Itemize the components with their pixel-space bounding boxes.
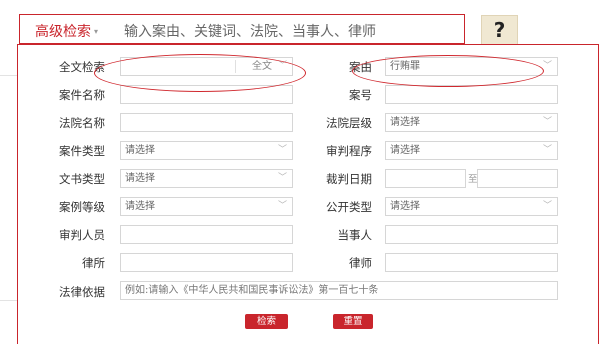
search-button[interactable]: 检索 bbox=[245, 314, 288, 329]
judgment-date-label: 裁判日期 bbox=[326, 172, 372, 186]
case-no-label: 案号 bbox=[349, 88, 372, 102]
trial-procedure-select[interactable]: 请选择 ﹀ bbox=[385, 141, 558, 160]
background-divider bbox=[0, 300, 18, 301]
court-name-label: 法院名称 bbox=[59, 116, 105, 130]
reset-button[interactable]: 重置 bbox=[333, 314, 373, 329]
chevron-down-icon: ﹀ bbox=[277, 201, 287, 211]
advanced-search-panel: 全文检索 全文 ﹀ 案由 行贿罪 ﹀ 案件名称 案号 法院名称 法院层级 请选择… bbox=[17, 44, 599, 344]
chevron-down-icon: ﹀ bbox=[277, 145, 287, 155]
case-grade-select[interactable]: 请选择 ﹀ bbox=[120, 197, 293, 216]
law-firm-label: 律所 bbox=[82, 256, 105, 270]
full-text-label: 全文检索 bbox=[59, 60, 105, 74]
advanced-search-toggle[interactable]: 高级检索 ▾ bbox=[35, 21, 98, 41]
disclosure-type-select[interactable]: 请选择 ﹀ bbox=[385, 197, 558, 216]
case-type-label: 案件类型 bbox=[59, 144, 105, 158]
judgment-date-to[interactable] bbox=[477, 169, 558, 188]
law-firm-input[interactable] bbox=[120, 253, 293, 272]
chevron-down-icon: ﹀ bbox=[542, 117, 552, 127]
case-no-input[interactable] bbox=[385, 85, 558, 104]
chevron-down-icon: ﹀ bbox=[542, 201, 552, 211]
advanced-search-label: 高级检索 bbox=[35, 24, 91, 40]
search-input[interactable]: 输入案由、关键词、法院、当事人、律师 bbox=[124, 21, 376, 41]
search-bar: 高级检索 ▾ 输入案由、关键词、法院、当事人、律师 bbox=[19, 14, 465, 44]
chevron-down-icon: ﹀ bbox=[542, 145, 552, 155]
case-name-label: 案件名称 bbox=[59, 88, 105, 102]
help-icon[interactable]: ? bbox=[481, 15, 518, 45]
legal-basis-input[interactable]: 例如:请输入《中华人民共和国民事诉讼法》第一百七十条 bbox=[120, 281, 558, 300]
court-name-input[interactable] bbox=[120, 113, 293, 132]
case-type-select[interactable]: 请选择 ﹀ bbox=[120, 141, 293, 160]
case-grade-label: 案例等级 bbox=[59, 200, 105, 214]
background-divider bbox=[0, 75, 18, 76]
disclosure-type-label: 公开类型 bbox=[326, 200, 372, 214]
caret-down-icon: ▾ bbox=[94, 27, 99, 36]
cause-label: 案由 bbox=[349, 60, 372, 74]
chevron-down-icon: ﹀ bbox=[277, 61, 287, 71]
case-name-input[interactable] bbox=[120, 85, 293, 104]
judgment-date-from[interactable] bbox=[385, 169, 466, 188]
court-level-label: 法院层级 bbox=[326, 116, 372, 130]
party-input[interactable] bbox=[385, 225, 558, 244]
trial-procedure-label: 审判程序 bbox=[326, 144, 372, 158]
cause-select[interactable]: 行贿罪 ﹀ bbox=[385, 57, 558, 76]
doc-type-label: 文书类型 bbox=[59, 172, 105, 186]
doc-type-select[interactable]: 请选择 ﹀ bbox=[120, 169, 293, 188]
legal-basis-label: 法律依据 bbox=[59, 285, 105, 299]
judge-label: 审判人员 bbox=[59, 228, 105, 242]
judge-input[interactable] bbox=[120, 225, 293, 244]
lawyer-label: 律师 bbox=[349, 256, 372, 270]
full-text-input[interactable]: 全文 ﹀ bbox=[120, 57, 293, 76]
full-text-scope[interactable]: 全文 bbox=[252, 58, 272, 75]
party-label: 当事人 bbox=[337, 228, 373, 242]
chevron-down-icon: ﹀ bbox=[542, 61, 552, 71]
chevron-down-icon: ﹀ bbox=[277, 173, 287, 183]
court-level-select[interactable]: 请选择 ﹀ bbox=[385, 113, 558, 132]
lawyer-input[interactable] bbox=[385, 253, 558, 272]
